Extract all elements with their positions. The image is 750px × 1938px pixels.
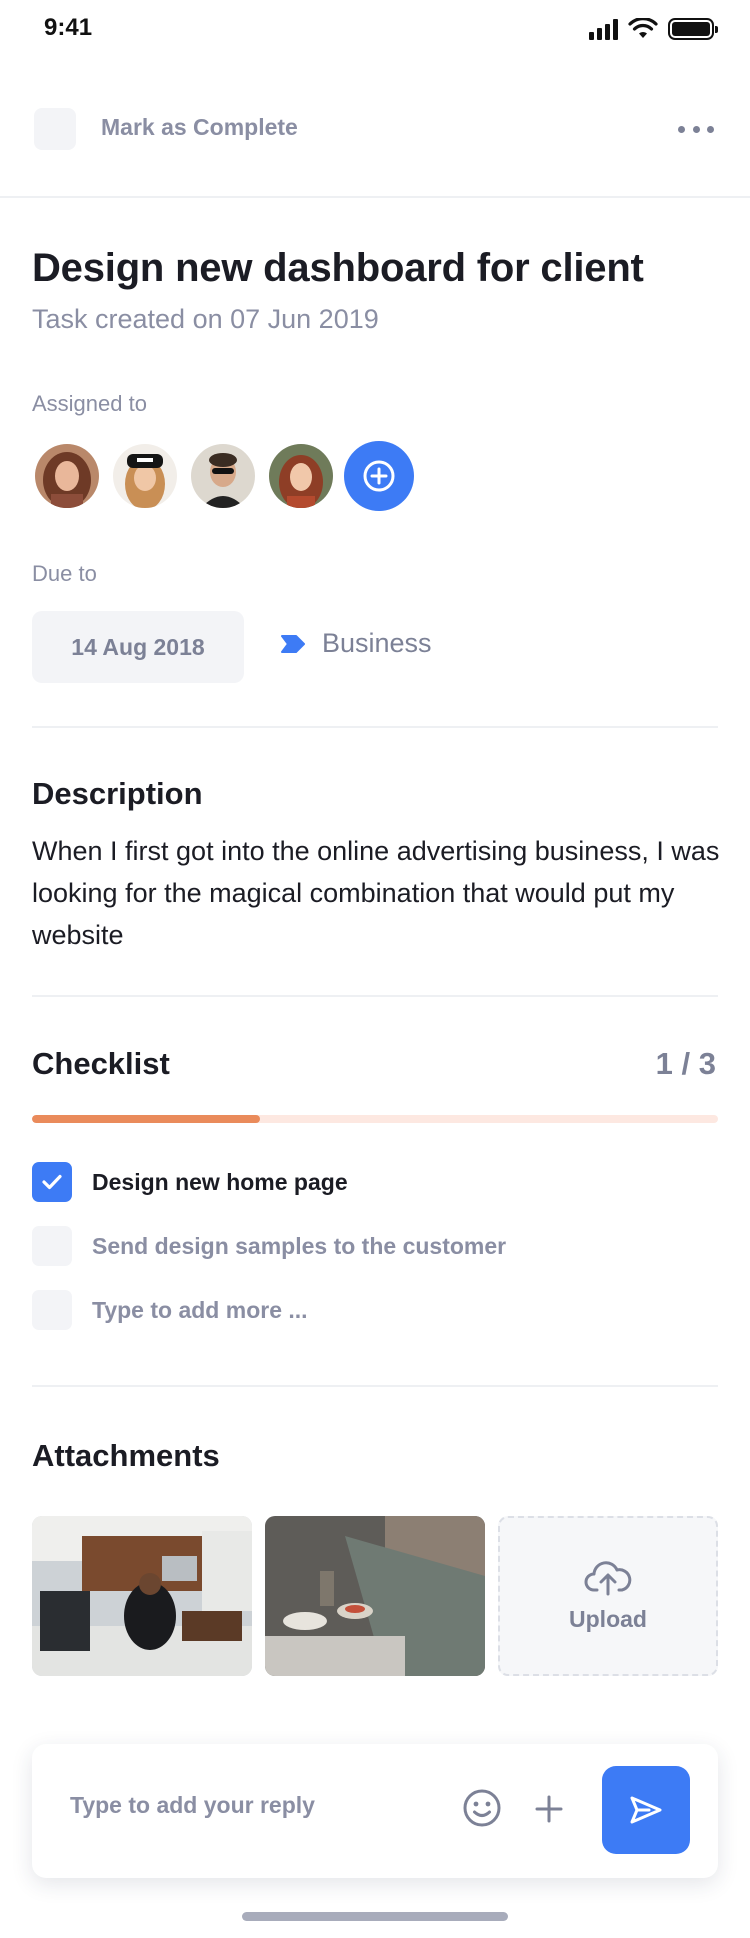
emoji-button[interactable] [462, 1788, 502, 1833]
check-icon [42, 1174, 62, 1190]
assignee-list [32, 441, 414, 511]
status-time: 9:41 [44, 14, 93, 41]
task-header: Mark as Complete [0, 96, 750, 198]
description-heading: Description [32, 776, 203, 811]
attachment-image-kitchen[interactable] [32, 1516, 252, 1676]
smiley-icon [463, 1789, 501, 1827]
plus-circle-icon [363, 460, 395, 492]
attachment-image-laptop[interactable] [265, 1516, 485, 1676]
more-options-icon[interactable] [678, 116, 714, 142]
add-item-placeholder[interactable]: Type to add more ... [92, 1297, 308, 1324]
task-created-date: Task created on 07 Jun 2019 [32, 304, 379, 334]
checkbox[interactable] [32, 1290, 72, 1330]
send-icon [630, 1796, 662, 1824]
checklist-add-item[interactable]: Type to add more ... [32, 1290, 308, 1330]
status-icons [589, 18, 718, 40]
due-date-button[interactable]: 14 Aug 2018 [32, 611, 244, 683]
assigned-label: Assigned to [32, 391, 147, 416]
checkbox-checked[interactable] [32, 1162, 72, 1202]
attachment-list: Upload [32, 1516, 718, 1676]
checklist-count: 1 / 3 [655, 1046, 716, 1081]
checklist-item[interactable]: Design new home page [32, 1162, 348, 1202]
upload-label: Upload [569, 1605, 647, 1632]
due-label: Due to [32, 561, 97, 586]
avatar[interactable] [32, 441, 102, 511]
checkbox[interactable] [32, 1226, 72, 1266]
plus-icon [535, 1795, 563, 1823]
reply-input[interactable] [70, 1792, 450, 1819]
divider [32, 1385, 718, 1387]
category-label: Business [322, 628, 432, 658]
checklist-progress-bar [32, 1115, 718, 1123]
task-detail-screen: 9:41 Mark as Complete Design new dashboa… [0, 0, 750, 1938]
home-indicator [242, 1912, 508, 1921]
divider [32, 995, 718, 997]
category-tag[interactable]: Business [280, 628, 432, 659]
mark-complete-checkbox[interactable] [34, 108, 76, 150]
avatar[interactable] [266, 441, 336, 511]
checklist-progress-fill [32, 1115, 261, 1123]
avatar[interactable] [110, 441, 180, 511]
checklist-item-label: Design new home page [92, 1168, 348, 1195]
checklist-item[interactable]: Send design samples to the customer [32, 1226, 506, 1266]
description-text: When I first got into the online adverti… [32, 836, 720, 950]
tag-icon [281, 634, 305, 653]
reply-bar [32, 1744, 718, 1878]
checklist-item-label: Send design samples to the customer [92, 1232, 507, 1259]
checklist-heading: Checklist [32, 1046, 170, 1081]
mark-complete-label[interactable]: Mark as Complete [101, 114, 298, 141]
upload-button[interactable]: Upload [498, 1516, 718, 1676]
send-button[interactable] [602, 1766, 690, 1854]
attachments-heading: Attachments [32, 1438, 220, 1473]
battery-icon [668, 18, 718, 40]
add-assignee-button[interactable] [344, 441, 414, 511]
status-bar: 9:41 [0, 0, 750, 60]
wifi-icon [628, 18, 658, 38]
add-attachment-button[interactable] [534, 1794, 564, 1829]
cloud-upload-icon [584, 1560, 632, 1595]
avatar[interactable] [188, 441, 258, 511]
cellular-signal-icon [589, 18, 618, 40]
task-title: Design new dashboard for client [32, 246, 644, 290]
divider [32, 726, 718, 728]
